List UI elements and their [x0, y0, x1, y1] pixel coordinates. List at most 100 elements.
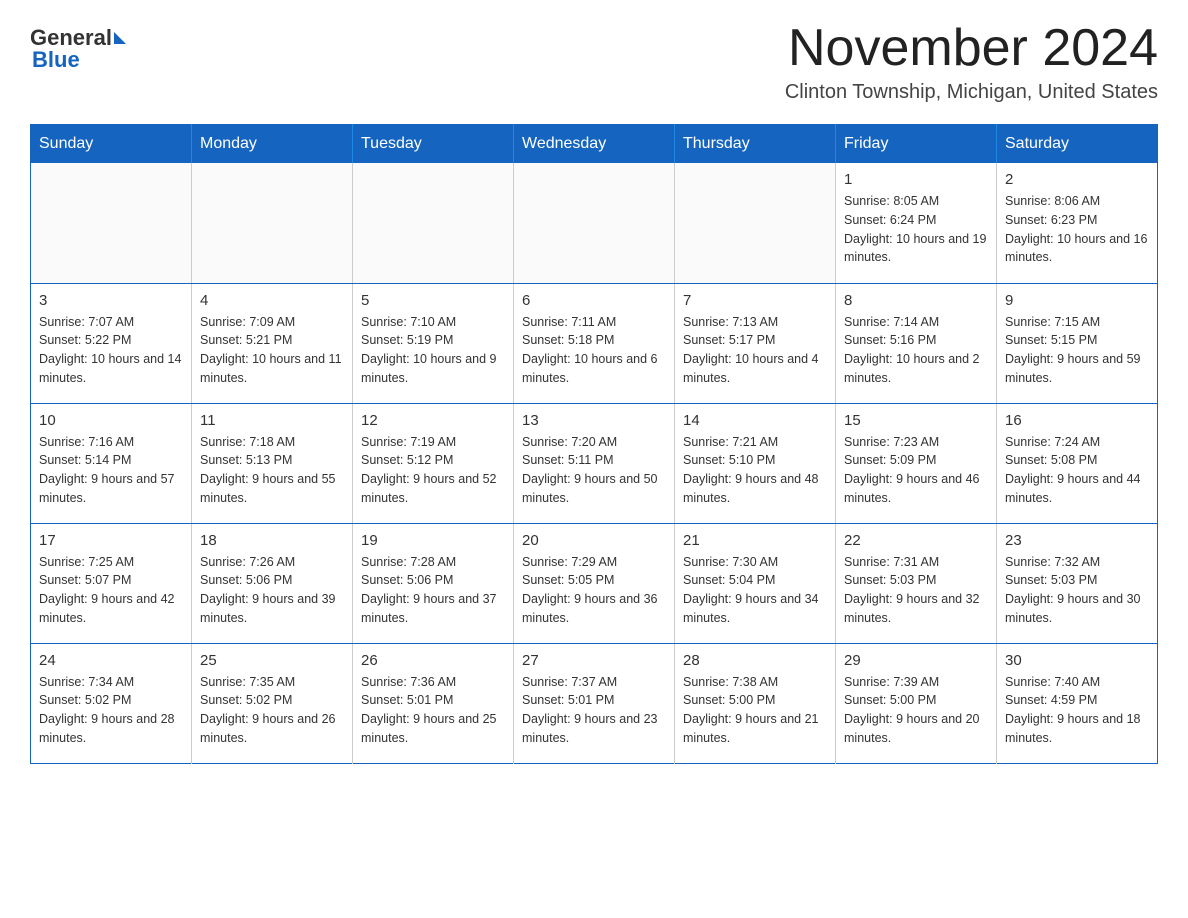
calendar-cell: 23 Sunrise: 7:32 AM Sunset: 5:03 PM Dayli…	[997, 523, 1158, 643]
day-info: Sunrise: 7:39 AM Sunset: 5:00 PM Dayligh…	[844, 673, 988, 748]
calendar-table: SundayMondayTuesdayWednesdayThursdayFrid…	[30, 124, 1158, 764]
day-info: Sunrise: 7:13 AM Sunset: 5:17 PM Dayligh…	[683, 313, 827, 388]
day-number: 16	[1005, 412, 1149, 429]
calendar-header-row: SundayMondayTuesdayWednesdayThursdayFrid…	[31, 125, 1158, 164]
logo: General Blue	[30, 20, 126, 73]
logo-triangle-icon	[114, 32, 126, 44]
day-info: Sunrise: 8:05 AM Sunset: 6:24 PM Dayligh…	[844, 192, 988, 267]
calendar-week-row: 10 Sunrise: 7:16 AM Sunset: 5:14 PM Dayli…	[31, 403, 1158, 523]
calendar-week-row: 17Sunrise: 7:25 AM Sunset: 5:07 PM Dayli…	[31, 523, 1158, 643]
location-title: Clinton Township, Michigan, United State…	[785, 81, 1158, 104]
day-info: Sunrise: 7:26 AM Sunset: 5:06 PM Dayligh…	[200, 553, 344, 628]
calendar-cell: 4Sunrise: 7:09 AM Sunset: 5:21 PM Daylig…	[192, 283, 353, 403]
day-info: Sunrise: 7:32 AM Sunset: 5:03 PM Dayligh…	[1005, 553, 1149, 628]
day-number: 30	[1005, 652, 1149, 669]
calendar-day-header: Wednesday	[514, 125, 675, 164]
day-number: 2	[1005, 171, 1149, 188]
day-info: Sunrise: 7:10 AM Sunset: 5:19 PM Dayligh…	[361, 313, 505, 388]
day-info: Sunrise: 7:23 AM Sunset: 5:09 PM Dayligh…	[844, 433, 988, 508]
day-info: Sunrise: 7:36 AM Sunset: 5:01 PM Dayligh…	[361, 673, 505, 748]
calendar-week-row: 1 Sunrise: 8:05 AM Sunset: 6:24 PM Daylig…	[31, 163, 1158, 283]
calendar-cell: 7Sunrise: 7:13 AM Sunset: 5:17 PM Daylig…	[675, 283, 836, 403]
calendar-cell: 12 Sunrise: 7:19 AM Sunset: 5:12 PM Dayli…	[353, 403, 514, 523]
day-info: Sunrise: 7:20 AM Sunset: 5:11 PM Dayligh…	[522, 433, 666, 508]
day-number: 25	[200, 652, 344, 669]
day-number: 22	[844, 532, 988, 549]
day-info: Sunrise: 7:15 AM Sunset: 5:15 PM Dayligh…	[1005, 313, 1149, 388]
day-number: 1	[844, 171, 988, 188]
calendar-cell: 29 Sunrise: 7:39 AM Sunset: 5:00 PM Dayli…	[836, 643, 997, 763]
day-info: Sunrise: 7:14 AM Sunset: 5:16 PM Dayligh…	[844, 313, 988, 388]
calendar-cell: 30 Sunrise: 7:40 AM Sunset: 4:59 PM Dayli…	[997, 643, 1158, 763]
day-number: 19	[361, 532, 505, 549]
calendar-cell	[514, 163, 675, 283]
day-number: 21	[683, 532, 827, 549]
day-info: Sunrise: 7:18 AM Sunset: 5:13 PM Dayligh…	[200, 433, 344, 508]
day-number: 29	[844, 652, 988, 669]
calendar-cell: 19 Sunrise: 7:28 AM Sunset: 5:06 PM Dayli…	[353, 523, 514, 643]
calendar-cell: 11Sunrise: 7:18 AM Sunset: 5:13 PM Dayli…	[192, 403, 353, 523]
calendar-cell: 2 Sunrise: 8:06 AM Sunset: 6:23 PM Daylig…	[997, 163, 1158, 283]
calendar-day-header: Tuesday	[353, 125, 514, 164]
day-number: 3	[39, 292, 183, 309]
day-number: 24	[39, 652, 183, 669]
calendar-cell: 5 Sunrise: 7:10 AM Sunset: 5:19 PM Daylig…	[353, 283, 514, 403]
calendar-cell: 14 Sunrise: 7:21 AM Sunset: 5:10 PM Dayli…	[675, 403, 836, 523]
calendar-cell	[353, 163, 514, 283]
calendar-cell: 16 Sunrise: 7:24 AM Sunset: 5:08 PM Dayli…	[997, 403, 1158, 523]
day-number: 28	[683, 652, 827, 669]
calendar-week-row: 3 Sunrise: 7:07 AM Sunset: 5:22 PM Daylig…	[31, 283, 1158, 403]
day-number: 5	[361, 292, 505, 309]
day-number: 14	[683, 412, 827, 429]
day-info: Sunrise: 7:38 AM Sunset: 5:00 PM Dayligh…	[683, 673, 827, 748]
calendar-cell: 21 Sunrise: 7:30 AM Sunset: 5:04 PM Dayli…	[675, 523, 836, 643]
calendar-cell: 9Sunrise: 7:15 AM Sunset: 5:15 PM Daylig…	[997, 283, 1158, 403]
day-number: 23	[1005, 532, 1149, 549]
day-info: Sunrise: 7:34 AM Sunset: 5:02 PM Dayligh…	[39, 673, 183, 748]
day-number: 12	[361, 412, 505, 429]
day-number: 17	[39, 532, 183, 549]
calendar-day-header: Friday	[836, 125, 997, 164]
day-info: Sunrise: 7:29 AM Sunset: 5:05 PM Dayligh…	[522, 553, 666, 628]
calendar-cell: 8 Sunrise: 7:14 AM Sunset: 5:16 PM Daylig…	[836, 283, 997, 403]
day-info: Sunrise: 7:16 AM Sunset: 5:14 PM Dayligh…	[39, 433, 183, 508]
day-number: 4	[200, 292, 344, 309]
calendar-cell: 20 Sunrise: 7:29 AM Sunset: 5:05 PM Dayli…	[514, 523, 675, 643]
logo-blue-text: Blue	[32, 47, 80, 73]
calendar-cell	[675, 163, 836, 283]
calendar-cell: 26 Sunrise: 7:36 AM Sunset: 5:01 PM Dayli…	[353, 643, 514, 763]
day-number: 13	[522, 412, 666, 429]
day-info: Sunrise: 7:30 AM Sunset: 5:04 PM Dayligh…	[683, 553, 827, 628]
day-number: 10	[39, 412, 183, 429]
day-info: Sunrise: 7:19 AM Sunset: 5:12 PM Dayligh…	[361, 433, 505, 508]
day-number: 26	[361, 652, 505, 669]
calendar-cell: 17Sunrise: 7:25 AM Sunset: 5:07 PM Dayli…	[31, 523, 192, 643]
day-number: 8	[844, 292, 988, 309]
calendar-cell	[31, 163, 192, 283]
day-info: Sunrise: 7:35 AM Sunset: 5:02 PM Dayligh…	[200, 673, 344, 748]
month-title: November 2024	[785, 20, 1158, 77]
day-number: 18	[200, 532, 344, 549]
calendar-cell: 1 Sunrise: 8:05 AM Sunset: 6:24 PM Daylig…	[836, 163, 997, 283]
calendar-day-header: Sunday	[31, 125, 192, 164]
calendar-cell: 22Sunrise: 7:31 AM Sunset: 5:03 PM Dayli…	[836, 523, 997, 643]
page-header: General Blue November 2024 Clinton Towns…	[30, 20, 1158, 104]
day-info: Sunrise: 7:28 AM Sunset: 5:06 PM Dayligh…	[361, 553, 505, 628]
calendar-week-row: 24 Sunrise: 7:34 AM Sunset: 5:02 PM Dayli…	[31, 643, 1158, 763]
calendar-cell: 28 Sunrise: 7:38 AM Sunset: 5:00 PM Dayli…	[675, 643, 836, 763]
calendar-cell: 18 Sunrise: 7:26 AM Sunset: 5:06 PM Dayli…	[192, 523, 353, 643]
calendar-cell: 3 Sunrise: 7:07 AM Sunset: 5:22 PM Daylig…	[31, 283, 192, 403]
day-info: Sunrise: 7:24 AM Sunset: 5:08 PM Dayligh…	[1005, 433, 1149, 508]
title-area: November 2024 Clinton Township, Michigan…	[785, 20, 1158, 104]
day-info: Sunrise: 8:06 AM Sunset: 6:23 PM Dayligh…	[1005, 192, 1149, 267]
day-info: Sunrise: 7:11 AM Sunset: 5:18 PM Dayligh…	[522, 313, 666, 388]
day-info: Sunrise: 7:40 AM Sunset: 4:59 PM Dayligh…	[1005, 673, 1149, 748]
calendar-cell: 24 Sunrise: 7:34 AM Sunset: 5:02 PM Dayli…	[31, 643, 192, 763]
day-number: 20	[522, 532, 666, 549]
calendar-day-header: Thursday	[675, 125, 836, 164]
day-info: Sunrise: 7:21 AM Sunset: 5:10 PM Dayligh…	[683, 433, 827, 508]
calendar-cell: 27Sunrise: 7:37 AM Sunset: 5:01 PM Dayli…	[514, 643, 675, 763]
day-info: Sunrise: 7:07 AM Sunset: 5:22 PM Dayligh…	[39, 313, 183, 388]
calendar-cell: 10 Sunrise: 7:16 AM Sunset: 5:14 PM Dayli…	[31, 403, 192, 523]
day-number: 6	[522, 292, 666, 309]
